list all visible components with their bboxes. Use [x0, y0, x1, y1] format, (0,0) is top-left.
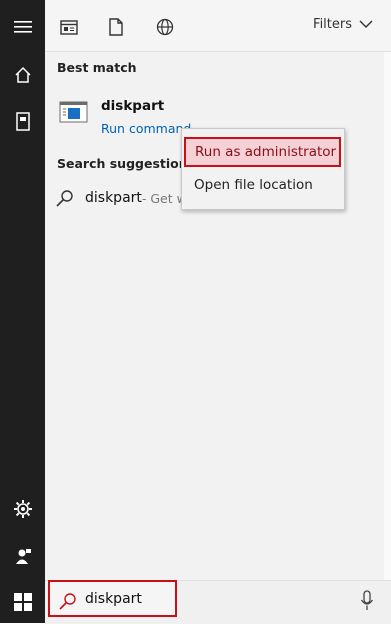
best-match-heading: Best match [57, 60, 137, 75]
menu-item-open-file-location[interactable]: Open file location [182, 171, 342, 199]
windows-start-icon[interactable] [0, 580, 45, 623]
search-input-value: diskpart [85, 591, 142, 607]
search-scope-bar: Filters [45, 0, 391, 52]
menu-item-run-as-administrator[interactable]: Run as administrator [184, 137, 341, 167]
search-input[interactable]: diskpart [48, 580, 177, 617]
documents-icon[interactable] [0, 103, 45, 141]
start-left-rail [0, 0, 45, 623]
best-match-app-name[interactable]: diskpart [101, 98, 164, 114]
search-icon [56, 190, 73, 207]
settings-gear-icon[interactable] [0, 490, 45, 528]
command-prompt-app-icon [59, 101, 88, 123]
apps-scope-icon[interactable] [58, 16, 80, 38]
best-match-app-type: Run command [101, 121, 192, 136]
home-icon[interactable] [0, 56, 45, 94]
hamburger-menu-icon[interactable] [0, 8, 45, 46]
filters-label: Filters [313, 17, 352, 32]
search-results-panel [45, 0, 391, 623]
suggestion-query: diskpart [85, 190, 142, 206]
context-menu: Run as administrator Open file location [181, 128, 345, 210]
search-suggestions-heading: Search suggestions [57, 156, 196, 171]
chevron-down-icon [359, 20, 373, 28]
web-scope-globe-icon[interactable] [154, 16, 176, 38]
suggestion-item[interactable]: diskpart - Get w [54, 188, 187, 208]
search-icon [59, 593, 76, 610]
filters-dropdown[interactable]: Filters [313, 17, 373, 32]
microphone-icon[interactable] [360, 590, 374, 612]
background-strip [384, 51, 391, 580]
documents-scope-icon[interactable] [105, 16, 127, 38]
user-feedback-icon[interactable] [0, 537, 45, 575]
